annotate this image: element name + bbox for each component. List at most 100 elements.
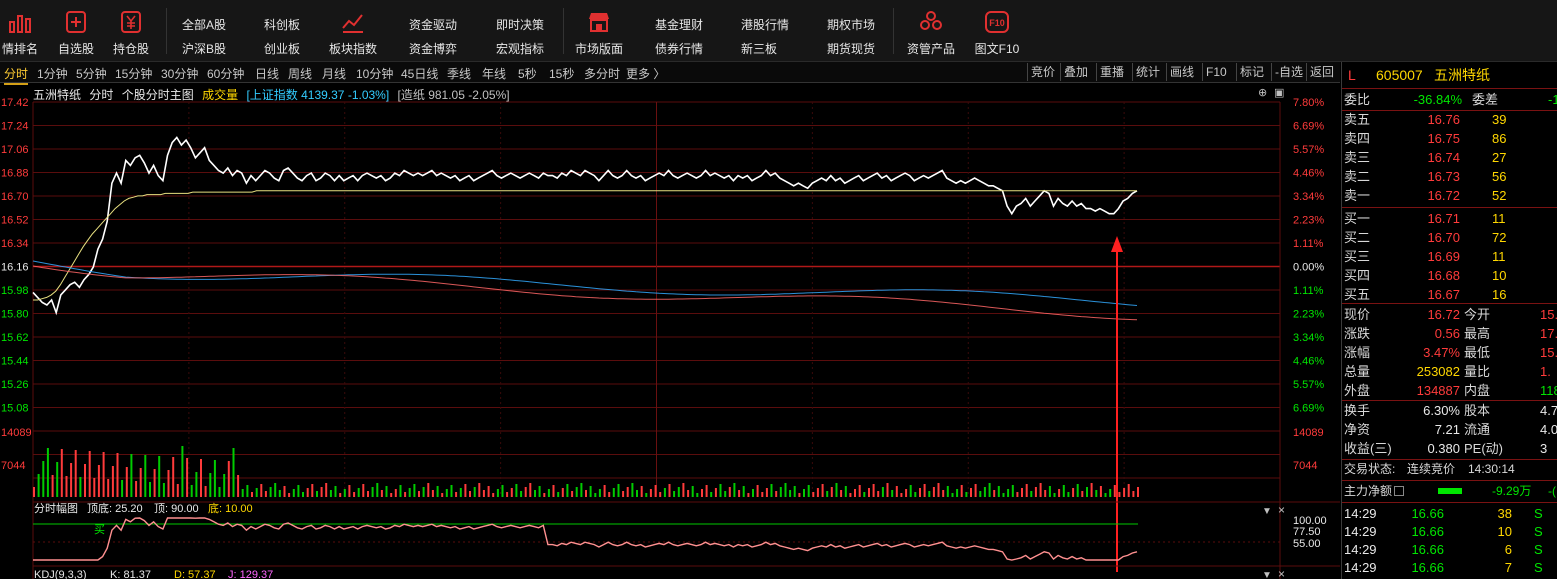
zoom-icon[interactable]: ⊕ — [1258, 87, 1267, 99]
period-tab-more[interactable]: 更多 〉 — [626, 65, 665, 82]
period-tab[interactable]: 日线 — [255, 65, 279, 82]
maximize-icon[interactable]: ▣ — [1274, 87, 1284, 99]
ask-row[interactable]: 卖一 16.72 52 — [1342, 186, 1557, 205]
link-ggxq[interactable]: 港股行情 — [741, 16, 789, 33]
period-tab[interactable]: 周线 — [288, 65, 312, 82]
btn-stats[interactable]: 统计 — [1132, 63, 1163, 81]
toolbar-asset-mgmt-button[interactable]: 资管产品 — [904, 10, 958, 58]
volume-bar — [385, 486, 388, 497]
bid-row[interactable]: 买五 16.67 16 — [1342, 285, 1557, 304]
bid-row[interactable]: 买二 16.70 72 — [1342, 228, 1557, 247]
volume-bar — [353, 492, 356, 497]
volume-bar — [130, 454, 133, 497]
bid-row[interactable]: 买三 16.69 11 — [1342, 247, 1557, 266]
plus-box-icon — [66, 11, 86, 33]
bid-price[interactable]: 16.69 — [1402, 247, 1460, 266]
btn-auction[interactable]: 竞价 — [1027, 63, 1058, 81]
ask-price[interactable]: 16.73 — [1402, 167, 1460, 186]
link-kcb[interactable]: 科创板 — [264, 16, 300, 33]
btn-f10[interactable]: F10 — [1202, 63, 1230, 81]
ask-price[interactable]: 16.74 — [1402, 148, 1460, 167]
bid-price[interactable]: 16.68 — [1402, 266, 1460, 285]
toolbar-market-board-button[interactable]: 市场版面 — [573, 10, 625, 58]
period-tab[interactable]: 5秒 — [518, 65, 537, 82]
info-main-chart-label[interactable]: 个股分时主图 — [122, 88, 194, 102]
sub-tick-label: 77.50 — [1293, 526, 1321, 538]
toolbar-sector-index-button[interactable]: 板块指数 — [326, 10, 380, 58]
link-hs-b[interactable]: 沪深B股 — [182, 40, 226, 57]
btn-replay[interactable]: 重播 — [1096, 63, 1127, 81]
link-qhxh[interactable]: 期货现货 — [827, 40, 875, 57]
volume-bar — [571, 491, 574, 497]
period-tab[interactable]: 1分钟 — [37, 65, 68, 82]
period-tab[interactable]: 5分钟 — [76, 65, 107, 82]
volume-bar — [956, 489, 959, 497]
collapse-icon[interactable]: ▼ — [1262, 570, 1272, 579]
btn-draw[interactable]: 画线 — [1166, 63, 1197, 81]
bid-row[interactable]: 买四 16.68 10 — [1342, 266, 1557, 285]
close-icon[interactable]: × — [1278, 503, 1285, 517]
link-jjlc[interactable]: 基金理财 — [655, 16, 703, 33]
fund-value: 4.76 — [1540, 403, 1557, 418]
period-tab[interactable]: 月线 — [322, 65, 346, 82]
volume-bar — [789, 490, 792, 497]
link-zqhq[interactable]: 债券行情 — [655, 40, 703, 57]
period-tab[interactable]: 45日线 — [401, 65, 438, 82]
volume-bar — [891, 490, 894, 497]
list-icon[interactable] — [1394, 486, 1404, 496]
link-xsb[interactable]: 新三板 — [741, 40, 777, 57]
period-tab[interactable]: 60分钟 — [207, 65, 244, 82]
volume-bar — [803, 489, 805, 497]
link-all-a[interactable]: 全部A股 — [182, 16, 226, 33]
ask-row[interactable]: 卖三 16.74 27 — [1342, 148, 1557, 167]
ask-volume: 39 — [1492, 112, 1507, 127]
tick-volume: 10 — [1497, 524, 1512, 539]
link-zjqd[interactable]: 资金驱动 — [409, 16, 457, 33]
ask-row[interactable]: 卖二 16.73 56 — [1342, 167, 1557, 186]
ask-price[interactable]: 16.75 — [1402, 129, 1460, 148]
stat-value: 0.56 — [1434, 326, 1460, 341]
toolbar-watchlist-button[interactable]: 自选股 — [55, 10, 97, 58]
bid-price[interactable]: 16.71 — [1402, 209, 1460, 228]
ask-row[interactable]: 卖四 16.75 86 — [1342, 129, 1557, 148]
toolbar-asset-mgmt-label: 资管产品 — [906, 42, 955, 56]
bid-row[interactable]: 买一 16.71 11 — [1342, 209, 1557, 228]
period-tab[interactable]: 多分时 — [584, 65, 620, 82]
period-tab[interactable]: 15秒 — [549, 65, 574, 82]
collapse-icon[interactable]: ▼ — [1262, 506, 1272, 517]
btn-overlay[interactable]: 叠加 — [1060, 63, 1091, 81]
stat-row: 涨幅 3.47% 最低 15. — [1342, 343, 1557, 362]
link-qqsc[interactable]: 期权市场 — [827, 16, 875, 33]
pct-tick-label: 6.69% — [1293, 403, 1324, 415]
ask-price[interactable]: 16.76 — [1402, 110, 1460, 129]
volume-bar — [872, 484, 875, 497]
link-zjby[interactable]: 资金博弈 — [409, 40, 457, 57]
intraday-chart[interactable]: 17.42 17.24 17.06 16.88 16.70 16.52 16.34 16.16… — [0, 84, 1340, 579]
period-tab[interactable]: 10分钟 — [356, 65, 393, 82]
bid-price[interactable]: 16.70 — [1402, 228, 1460, 247]
ask-row[interactable]: 卖五 16.76 39 — [1342, 110, 1557, 129]
stat-label: 内盘 — [1464, 383, 1491, 398]
toolbar-holdings-button[interactable]: 持仓股 — [110, 10, 152, 58]
period-tab[interactable]: 15分钟 — [115, 65, 152, 82]
bid-price[interactable]: 16.67 — [1402, 285, 1460, 304]
link-cyb[interactable]: 创业板 — [264, 40, 300, 57]
ask-price[interactable]: 16.72 — [1402, 186, 1460, 205]
btn-mark[interactable]: 标记 — [1236, 63, 1267, 81]
close-icon[interactable]: × — [1278, 567, 1285, 579]
tick-side: S — [1534, 542, 1543, 557]
stat-value: 15. — [1540, 345, 1557, 360]
stat-label: 现价 — [1344, 307, 1371, 322]
link-hgzb[interactable]: 宏观指标 — [496, 40, 544, 57]
toolbar-rank-button[interactable]: 情排名 — [0, 10, 40, 58]
btn-remove-watch[interactable]: -自选 — [1271, 63, 1306, 81]
period-tab[interactable]: 30分钟 — [161, 65, 198, 82]
pct-tick-label: 5.57% — [1293, 144, 1324, 156]
btn-back[interactable]: 返回 — [1306, 63, 1337, 81]
link-jsjc[interactable]: 即时决策 — [496, 16, 544, 33]
volume-bar — [728, 487, 731, 497]
period-tab[interactable]: 年线 — [482, 65, 506, 82]
toolbar-f10-button[interactable]: F10 图文F10 — [972, 10, 1022, 58]
period-tab[interactable]: 分时 — [4, 65, 29, 85]
period-tab[interactable]: 季线 — [447, 65, 471, 82]
